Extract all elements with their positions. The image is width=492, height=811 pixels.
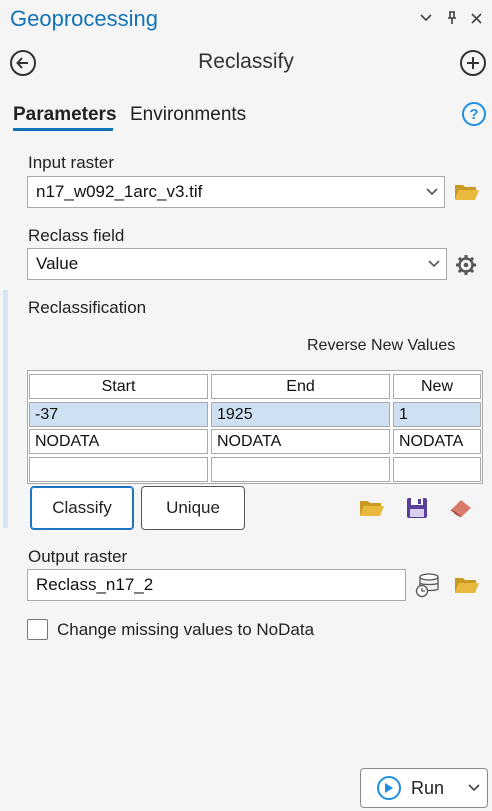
close-icon[interactable] xyxy=(466,8,486,28)
table-cell[interactable] xyxy=(211,457,390,482)
section-indicator-bar xyxy=(3,290,8,528)
table-cell[interactable]: NODATA xyxy=(211,429,390,454)
table-cell[interactable]: -37 xyxy=(29,402,208,427)
play-icon xyxy=(377,776,401,800)
tab-environments[interactable]: Environments xyxy=(130,104,246,126)
help-icon[interactable]: ? xyxy=(462,102,486,126)
column-header-new[interactable]: New xyxy=(393,374,481,399)
reclass-field-dropdown[interactable]: Value xyxy=(27,248,447,280)
reclassification-label: Reclassification xyxy=(28,298,147,317)
output-raster-input[interactable]: Reclass_n17_2 xyxy=(27,569,406,601)
browse-folder-icon[interactable] xyxy=(453,178,481,206)
table-cell[interactable] xyxy=(29,457,208,482)
load-folder-icon[interactable] xyxy=(358,494,386,522)
missing-values-label: Change missing values to NoData xyxy=(57,620,315,639)
browse-folder-icon[interactable] xyxy=(453,571,481,599)
reverse-new-values-link[interactable]: Reverse New Values xyxy=(307,337,455,355)
table-cell[interactable]: 1925 xyxy=(211,402,390,427)
pane-title: Geoprocessing xyxy=(10,6,158,31)
column-header-end[interactable]: End xyxy=(211,374,390,399)
pin-icon[interactable] xyxy=(442,8,462,28)
unique-button[interactable]: Unique xyxy=(141,486,245,530)
output-raster-label: Output raster xyxy=(28,547,128,566)
run-button[interactable]: Run xyxy=(360,768,488,808)
plus-icon xyxy=(467,57,479,69)
input-raster-dropdown[interactable]: n17_w092_1arc_v3.tif xyxy=(27,176,445,208)
chevron-down-icon xyxy=(424,177,440,207)
tool-title: Reclassify xyxy=(198,50,294,73)
chevron-down-icon[interactable] xyxy=(468,784,480,792)
column-header-start[interactable]: Start xyxy=(29,374,208,399)
reclass-field-label: Reclass field xyxy=(28,226,125,245)
table-cell[interactable]: NODATA xyxy=(393,429,481,454)
eraser-icon[interactable] xyxy=(447,494,475,522)
table-cell[interactable] xyxy=(393,457,481,482)
run-label: Run xyxy=(411,777,445,798)
output-raster-value: Reclass_n17_2 xyxy=(36,575,154,594)
missing-values-checkbox[interactable] xyxy=(27,619,48,640)
table-cell[interactable]: 1 xyxy=(393,402,481,427)
add-button[interactable] xyxy=(460,50,486,76)
save-icon[interactable] xyxy=(403,494,431,522)
chevron-down-icon xyxy=(426,249,442,279)
chevron-down-icon[interactable] xyxy=(416,8,436,28)
gear-icon[interactable] xyxy=(452,251,480,279)
input-raster-value: n17_w092_1arc_v3.tif xyxy=(36,182,203,201)
input-raster-label: Input raster xyxy=(28,153,114,172)
table-cell[interactable]: NODATA xyxy=(29,429,208,454)
active-tab-indicator xyxy=(13,128,113,131)
reclassification-table: Start End New -37 1925 1 NODATA NODATA N… xyxy=(27,370,483,484)
classify-button[interactable]: Classify xyxy=(30,486,134,530)
reclass-field-value: Value xyxy=(36,254,79,273)
tab-parameters[interactable]: Parameters xyxy=(13,104,117,126)
database-icon[interactable] xyxy=(414,571,442,599)
